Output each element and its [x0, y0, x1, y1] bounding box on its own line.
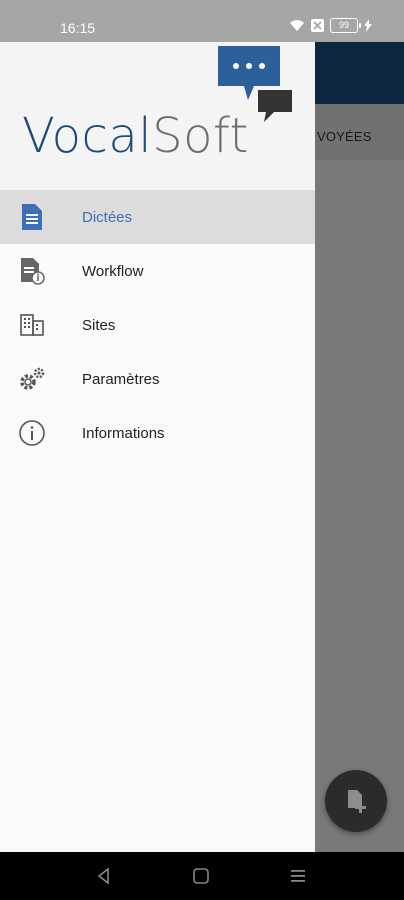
- document-icon: [17, 202, 47, 232]
- menu-item-label: Paramètres: [82, 370, 160, 388]
- battery-icon: 99: [330, 18, 361, 33]
- building-icon: [17, 310, 47, 340]
- charging-icon: [364, 19, 372, 32]
- document-info-icon: [17, 256, 47, 286]
- menu-item-informations[interactable]: Informations: [0, 406, 315, 460]
- status-bar: 16:15 99: [0, 0, 404, 42]
- menu-item-workflow[interactable]: Workflow: [0, 244, 315, 298]
- navigation-drawer: VocalSoft Dictées Workflow Sites Paramèt…: [0, 42, 315, 852]
- menu-icon[interactable]: [288, 866, 308, 886]
- menu-item-dictees[interactable]: Dictées: [0, 190, 315, 244]
- menu-item-label: Dictées: [82, 208, 133, 226]
- wifi-icon: [290, 20, 304, 31]
- logo-part-soft: Soft: [152, 108, 249, 164]
- chat-bubble-dark-icon: [258, 90, 292, 122]
- menu-item-parametres[interactable]: Paramètres: [0, 352, 315, 406]
- add-document-icon: [348, 790, 366, 813]
- drawer-header: VocalSoft: [0, 42, 315, 190]
- menu-item-label: Workflow: [82, 262, 144, 280]
- menu-item-sites[interactable]: Sites: [0, 298, 315, 352]
- logo-part-vocal: Vocal: [22, 108, 153, 164]
- drawer-menu: Dictées Workflow Sites Paramètres Inform…: [0, 190, 315, 460]
- back-icon[interactable]: [94, 866, 114, 886]
- menu-item-label: Informations: [82, 424, 165, 442]
- system-nav-bar: [0, 852, 404, 900]
- vocalsoft-logo: VocalSoft: [22, 108, 249, 164]
- battery-level: 99: [338, 20, 349, 30]
- status-time: 16:15: [60, 20, 96, 36]
- home-icon[interactable]: [191, 866, 211, 886]
- sim-icon: [311, 19, 324, 32]
- info-circle-icon: [17, 418, 47, 448]
- new-dictation-fab[interactable]: [325, 770, 387, 832]
- menu-item-label: Sites: [82, 316, 116, 334]
- gears-icon: [17, 364, 47, 394]
